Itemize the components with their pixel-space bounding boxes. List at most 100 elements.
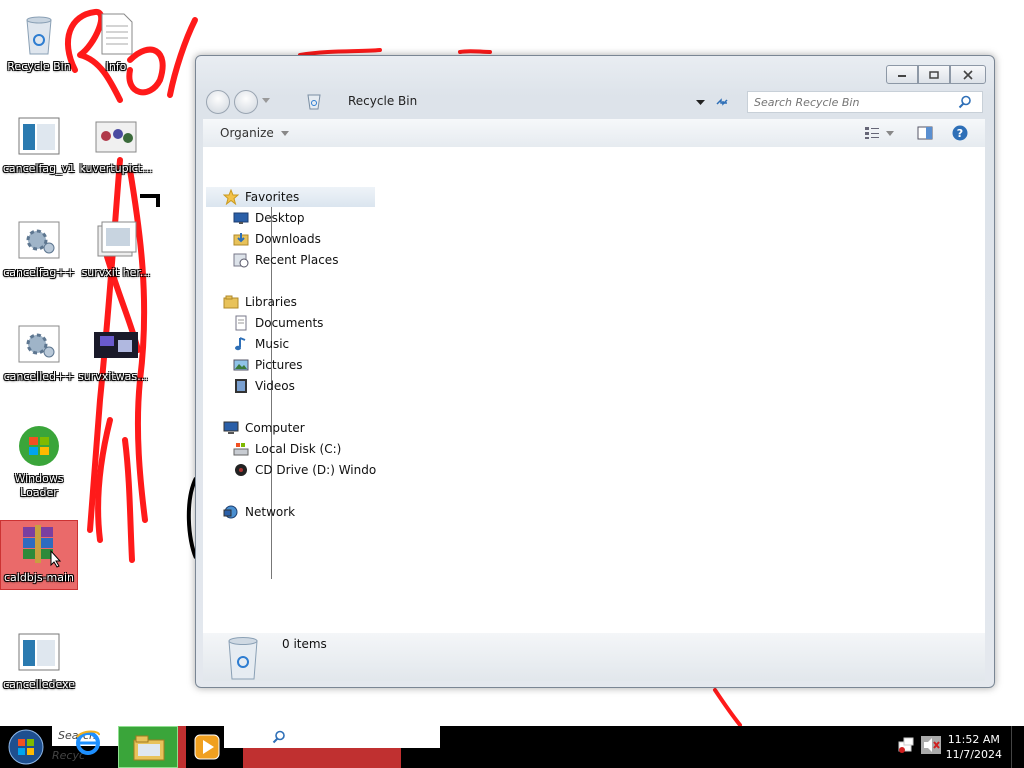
details-pane: 0 items bbox=[203, 633, 985, 681]
settings-file-icon bbox=[18, 221, 60, 259]
recycle-bin-icon bbox=[26, 16, 52, 55]
nav-pictures[interactable]: Pictures bbox=[233, 355, 303, 375]
preview-pane-button[interactable] bbox=[916, 124, 934, 142]
svg-text:?: ? bbox=[957, 127, 963, 140]
close-button[interactable] bbox=[950, 65, 986, 84]
nav-local-disk[interactable]: Local Disk (C:) bbox=[233, 439, 341, 459]
preview-pane-icon bbox=[917, 126, 933, 140]
pictures-icon bbox=[233, 359, 249, 371]
view-options-icon bbox=[865, 127, 879, 139]
desktop-icon-info[interactable]: Info bbox=[78, 10, 154, 74]
desktop-icon-survxitwash[interactable]: survxitwash... bbox=[78, 320, 154, 384]
taskbar-red-strip bbox=[178, 726, 186, 768]
address-bar[interactable]: Recycle Bin bbox=[296, 90, 736, 112]
chevron-down-icon bbox=[280, 131, 289, 136]
desktop-icon-cancelfag-plus[interactable]: cancelfag++ bbox=[1, 216, 77, 280]
application-window-icon bbox=[18, 633, 60, 671]
search-input[interactable] bbox=[752, 94, 961, 110]
desktop-icon-label: cancelled++ bbox=[3, 370, 75, 383]
chevron-down-icon[interactable] bbox=[886, 131, 894, 137]
desktop-icon-recycle-bin[interactable]: Recycle Bin bbox=[1, 10, 77, 74]
desktop-icon bbox=[233, 212, 249, 224]
text-document-icon bbox=[101, 13, 133, 55]
desktop-icon-cancelfag-v1[interactable]: cancelfag_v1 bbox=[1, 112, 77, 176]
folder-icon bbox=[133, 735, 165, 761]
minimize-icon bbox=[898, 74, 906, 77]
volume-muted-icon[interactable] bbox=[921, 736, 941, 754]
start-button[interactable] bbox=[0, 726, 52, 768]
nav-documents[interactable]: Documents bbox=[233, 313, 323, 333]
recycle-bin-icon bbox=[228, 637, 258, 680]
search-icon bbox=[272, 730, 285, 744]
desktop-icon-caldbjs-main[interactable]: caldbjs-main bbox=[0, 520, 78, 590]
back-button[interactable] bbox=[206, 90, 230, 114]
nav-downloads[interactable]: Downloads bbox=[233, 229, 321, 249]
network-status-icon[interactable] bbox=[897, 736, 915, 754]
nav-label: Downloads bbox=[255, 232, 321, 246]
nav-libraries[interactable]: Libraries bbox=[223, 292, 297, 312]
nav-label: Network bbox=[245, 505, 296, 519]
videos-icon bbox=[235, 379, 247, 393]
desktop-icon-label: survxitwash... bbox=[78, 370, 154, 383]
media-player-icon bbox=[194, 734, 220, 760]
desktop-icon-cancelledexe[interactable]: cancelledexe bbox=[1, 628, 77, 692]
desktop-icon-cancelled-plus[interactable]: cancelled++ bbox=[1, 320, 77, 384]
taskbar-search-box-2[interactable] bbox=[224, 726, 440, 748]
nav-music[interactable]: Music bbox=[233, 334, 289, 354]
clock-time: 11:52 AM bbox=[947, 733, 1000, 746]
search-box[interactable] bbox=[747, 91, 983, 113]
nav-label: Documents bbox=[255, 316, 324, 330]
desktop-icon-windows-loader[interactable]: Windows Loader bbox=[1, 422, 77, 500]
address-dropdown-icon[interactable] bbox=[696, 100, 705, 106]
nav-network[interactable]: Network bbox=[223, 502, 295, 522]
desktop-icon-label: caldbjs-main bbox=[3, 571, 75, 584]
command-toolbar: Organize ? bbox=[203, 119, 985, 148]
desktop-icon-label: Info bbox=[105, 60, 127, 73]
hard-drive-icon bbox=[233, 443, 249, 456]
show-desktop-button[interactable] bbox=[1011, 726, 1024, 768]
image-file-icon bbox=[95, 121, 137, 153]
chevron-down-icon[interactable] bbox=[262, 98, 270, 104]
recycle-bin-window: Recycle Bin Organize ? bbox=[195, 55, 995, 688]
nav-label: Music bbox=[255, 337, 290, 351]
organize-menu[interactable]: Organize bbox=[220, 126, 289, 140]
forward-button[interactable] bbox=[234, 90, 258, 114]
nav-recent-places[interactable]: Recent Places bbox=[233, 250, 338, 270]
network-icon bbox=[223, 505, 238, 519]
settings-file-icon bbox=[18, 325, 60, 363]
change-view-button[interactable] bbox=[863, 124, 881, 142]
video-thumbnail-icon bbox=[94, 332, 138, 358]
nav-cd-drive[interactable]: CD Drive (D:) Windo bbox=[233, 460, 376, 480]
content-area: Favorites Desktop Downloads Recent Place… bbox=[203, 147, 985, 633]
nav-desktop[interactable]: Desktop bbox=[233, 208, 305, 228]
minimize-button[interactable] bbox=[886, 65, 918, 84]
item-count: 0 items bbox=[282, 637, 327, 651]
documents-icon bbox=[235, 315, 247, 331]
taskbar-explorer-button[interactable] bbox=[118, 726, 178, 768]
internet-explorer-icon[interactable] bbox=[74, 729, 102, 757]
system-clock[interactable]: 11:52 AM 11/7/2024 bbox=[946, 732, 1002, 762]
nav-favorites[interactable]: Favorites bbox=[206, 187, 375, 207]
desktop-icon-survxit-her[interactable]: survxit her... bbox=[78, 216, 154, 280]
star-icon bbox=[223, 189, 239, 205]
nav-label: Libraries bbox=[245, 295, 297, 309]
windows-orb-icon bbox=[19, 426, 59, 466]
libraries-icon bbox=[223, 295, 239, 309]
desktop-icon-label: survxit her... bbox=[81, 266, 151, 279]
windows-start-orb-icon bbox=[8, 729, 44, 765]
taskbar-media-player-button[interactable] bbox=[190, 726, 224, 768]
close-icon bbox=[963, 69, 973, 80]
nav-computer[interactable]: Computer bbox=[223, 418, 305, 438]
music-note-icon bbox=[235, 337, 246, 351]
winrar-archive-icon bbox=[23, 525, 62, 568]
nav-label: Favorites bbox=[245, 190, 300, 204]
nav-videos[interactable]: Videos bbox=[233, 376, 295, 396]
desktop-icon-label: Windows Loader bbox=[14, 472, 64, 499]
desktop-icon-label: cancelfag++ bbox=[3, 266, 75, 279]
taskbar: Search Recyc 11:52 AM 11/7/2024 bbox=[0, 726, 1024, 768]
help-button[interactable]: ? bbox=[951, 124, 969, 142]
search-icon[interactable] bbox=[958, 95, 972, 109]
desktop-icon-kuvertupict[interactable]: kuvertupict... bbox=[78, 112, 154, 176]
refresh-icon[interactable] bbox=[715, 95, 729, 109]
maximize-button[interactable] bbox=[918, 65, 950, 84]
